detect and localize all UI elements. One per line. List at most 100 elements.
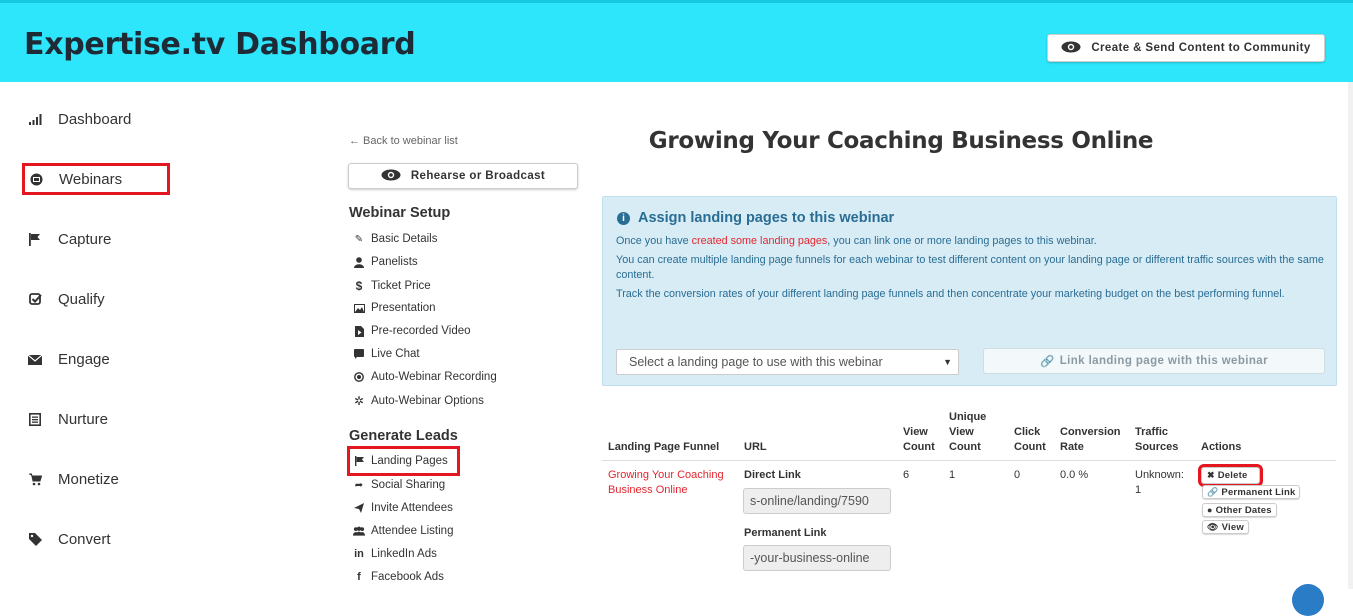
- view-button[interactable]: 👁 View: [1202, 520, 1249, 534]
- page-title: Growing Your Coaching Business Online: [648, 128, 1154, 154]
- nav-ticket-price[interactable]: $ Ticket Price: [353, 279, 431, 293]
- cart-icon: [26, 473, 44, 486]
- permanent-link-label: Permanent Link: [744, 527, 827, 539]
- create-send-content-button[interactable]: Create & Send Content to Community: [1047, 34, 1325, 62]
- close-icon: ✖: [1207, 470, 1215, 480]
- nav-label: Facebook Ads: [371, 571, 444, 583]
- nav-invite-attendees[interactable]: Invite Attendees: [353, 502, 453, 514]
- sidebar-item-label: Webinars: [59, 170, 123, 188]
- click-count-value: 0: [1014, 469, 1021, 481]
- header-line: Conversion: [1060, 426, 1121, 438]
- sidebar-item-monetize[interactable]: Monetize: [26, 471, 119, 488]
- info-line-2: You can create multiple landing page fun…: [616, 254, 1324, 281]
- eye-icon: [1061, 41, 1081, 56]
- col-header-view-count: View Count: [903, 425, 935, 455]
- permanent-link-button[interactable]: 🔗 Permanent Link: [1202, 485, 1301, 499]
- sidebar-item-qualify[interactable]: Qualify: [26, 291, 105, 308]
- nav-live-chat[interactable]: Live Chat: [353, 348, 420, 360]
- info-text: , you can link one or more landing pages…: [827, 235, 1097, 247]
- view-label: View: [1221, 521, 1244, 533]
- info-icon: i: [617, 211, 630, 225]
- sidebar-item-nurture[interactable]: Nurture: [26, 411, 108, 428]
- back-to-webinar-list-link[interactable]: ← Back to webinar list: [349, 135, 458, 147]
- direct-link-field[interactable]: s-online/landing/7590: [743, 488, 891, 514]
- created-landing-pages-link[interactable]: created some landing pages: [692, 235, 828, 247]
- flag-icon: [353, 456, 365, 466]
- nav-pre-recorded-video[interactable]: Pre-recorded Video: [353, 325, 471, 337]
- flag-icon: [26, 233, 44, 246]
- generate-leads-heading: Generate Leads: [349, 428, 458, 444]
- sidebar-item-capture[interactable]: Capture: [26, 231, 111, 248]
- linkedin-icon: in: [354, 548, 364, 560]
- link-icon: 🔗: [1207, 486, 1219, 497]
- nav-basic-details[interactable]: ✎ Basic Details: [353, 233, 438, 245]
- nav-facebook-ads[interactable]: f Facebook Ads: [353, 571, 444, 583]
- nav-attendee-listing[interactable]: Attendee Listing: [353, 525, 453, 537]
- send-icon: [353, 503, 365, 513]
- scrollbar[interactable]: [1348, 82, 1353, 589]
- tag-icon: [26, 533, 44, 546]
- col-header-traffic-sources: Traffic Sources: [1135, 425, 1178, 455]
- traffic-line: Unknown:: [1135, 469, 1184, 481]
- col-header-unique-view-count: Unique View Count: [949, 410, 986, 455]
- funnel-line: Business Online: [608, 484, 688, 496]
- other-dates-label: Other Dates: [1215, 504, 1272, 516]
- table-divider: [602, 460, 1336, 461]
- nav-social-sharing[interactable]: ➦ Social Sharing: [353, 479, 445, 491]
- sidebar-item-label: Monetize: [58, 471, 119, 488]
- nav-label: Social Sharing: [371, 479, 446, 491]
- nav-panelists[interactable]: Panelists: [353, 256, 418, 268]
- share-icon: ➦: [354, 479, 364, 491]
- nav-label: Auto-Webinar Options: [371, 395, 484, 407]
- delete-button[interactable]: ✖ Delete: [1198, 464, 1263, 487]
- webinar-setup-heading: Webinar Setup: [349, 205, 451, 221]
- nav-label: Ticket Price: [371, 280, 431, 292]
- funnel-name-link[interactable]: Growing Your Coaching Business Online: [608, 468, 724, 498]
- user-icon: [353, 256, 365, 268]
- sidebar-item-engage[interactable]: Engage: [26, 351, 110, 368]
- sidebar-item-dashboard[interactable]: Dashboard: [26, 111, 131, 128]
- image-icon: [353, 303, 365, 313]
- sidebar-item-label: Dashboard: [58, 111, 132, 128]
- link-landing-page-label: Link landing page with this webinar: [1059, 355, 1268, 367]
- nav-landing-pages[interactable]: Landing Pages: [347, 446, 460, 476]
- video-file-icon: [353, 325, 365, 337]
- permanent-link-field[interactable]: -your-business-online: [743, 545, 891, 571]
- nav-presentation[interactable]: Presentation: [353, 302, 436, 314]
- nav-label: LinkedIn Ads: [371, 548, 437, 560]
- nav-label: Pre-recorded Video: [371, 325, 471, 337]
- check-square-icon: [26, 293, 44, 306]
- rehearse-broadcast-label: Rehearse or Broadcast: [410, 170, 546, 182]
- info-line-3: Track the conversion rates of your diffe…: [616, 288, 1285, 300]
- sidebar-item-label: Capture: [58, 231, 112, 248]
- nav-label: Panelists: [371, 256, 418, 268]
- other-dates-button[interactable]: ● Other Dates: [1202, 503, 1277, 517]
- nav-label: Invite Attendees: [371, 502, 453, 514]
- header-line: Traffic: [1135, 426, 1169, 438]
- eye-icon: 👁: [1207, 521, 1219, 532]
- pencil-icon: ✎: [354, 233, 364, 245]
- nav-auto-webinar-recording[interactable]: Auto-Webinar Recording: [353, 371, 497, 383]
- conversion-rate-value: 0.0 %: [1060, 469, 1089, 481]
- sidebar-item-label: Qualify: [58, 291, 105, 308]
- envelope-icon: [26, 354, 44, 365]
- chat-icon: [353, 349, 365, 359]
- nav-linkedin-ads[interactable]: in LinkedIn Ads: [353, 548, 437, 560]
- header-line: Count: [1014, 441, 1046, 453]
- col-header-funnel: Landing Page Funnel: [608, 441, 720, 453]
- header-line: Count: [903, 441, 935, 453]
- funnel-line: Growing Your Coaching: [608, 469, 724, 481]
- rehearse-broadcast-button[interactable]: Rehearse or Broadcast: [348, 163, 578, 189]
- header-line: Rate: [1060, 441, 1084, 453]
- nav-label: Auto-Webinar Recording: [371, 371, 497, 383]
- landing-page-select[interactable]: Select a landing page to use with this w…: [616, 349, 959, 375]
- col-header-click-count: Click Count: [1014, 425, 1046, 455]
- header-line: Count: [949, 441, 981, 453]
- sidebar-item-convert[interactable]: Convert: [26, 531, 111, 548]
- nav-auto-webinar-options[interactable]: ✲ Auto-Webinar Options: [353, 394, 484, 408]
- sidebar-item-webinars[interactable]: Webinars: [22, 163, 170, 195]
- globe-icon: ●: [1207, 505, 1213, 515]
- header-line: View: [903, 426, 928, 438]
- assign-landing-pages-panel: i Assign landing pages to this webinar O…: [602, 196, 1337, 386]
- link-landing-page-button[interactable]: 🔗 Link landing page with this webinar: [983, 348, 1325, 374]
